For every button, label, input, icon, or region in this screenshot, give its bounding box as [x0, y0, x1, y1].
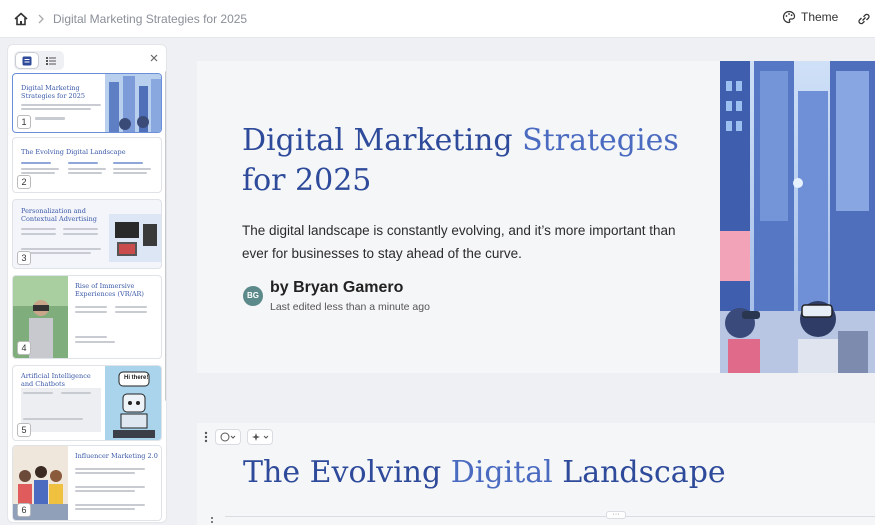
- thumbnail-text-line: [113, 172, 147, 174]
- slide-thumbnail-6[interactable]: Influencer Marketing 2.0 6: [12, 445, 162, 521]
- palette-dropdown-icon: [220, 432, 236, 442]
- slide-number: 1: [17, 115, 31, 129]
- thumbnail-text-line: [21, 233, 56, 235]
- list-view-icon: [46, 56, 56, 65]
- title-text: Digital Marketing: [242, 123, 513, 158]
- thumbnail-text-line: [63, 233, 98, 235]
- title-text: for 2025: [242, 163, 372, 198]
- title-text: The Evolving: [243, 455, 442, 490]
- chatbot-bubble-text: Hi there!: [124, 375, 149, 381]
- slide-toolbar: [203, 429, 273, 445]
- thumbnail-text-line: [21, 172, 55, 174]
- thumbnail-text-line: [35, 117, 65, 120]
- thumbnail-view-button[interactable]: [16, 53, 38, 68]
- title-text-accent: Digital: [450, 455, 553, 490]
- thumbnail-text-line: [68, 172, 102, 174]
- slide-2-divider: [225, 516, 875, 517]
- palette-icon: [782, 10, 796, 24]
- last-edited-text: Last edited less than a minute ago: [270, 301, 430, 313]
- slide-thumbnail-4[interactable]: Rise of Immersive Experiences (VR/AR) 4: [12, 275, 162, 359]
- slide-1-card[interactable]: Digital Marketing Strategies for 2025 The…: [197, 61, 875, 373]
- thumbnail-text-line: [63, 228, 98, 230]
- sidebar-scrollbar[interactable]: [165, 71, 166, 401]
- thumbnail-text-line: [75, 508, 135, 510]
- thumbnail-text-line: [21, 162, 51, 164]
- thumbnail-text-line: [21, 108, 91, 110]
- thumbnail-title: Digital Marketing Strategies for 2025: [21, 84, 86, 100]
- thumbnail-text-line: [23, 392, 53, 394]
- slide-1-title[interactable]: Digital Marketing Strategies for 2025: [242, 121, 712, 201]
- slide-1-description[interactable]: The digital landscape is constantly evol…: [242, 219, 682, 265]
- thumbnail-text-line: [113, 162, 143, 164]
- avatar: BG: [243, 286, 263, 306]
- slide-number: 6: [17, 503, 31, 517]
- breadcrumb-title[interactable]: Digital Marketing Strategies for 2025: [53, 12, 247, 26]
- slide-thumbnail-2[interactable]: The Evolving Digital Landscape 2: [12, 137, 162, 193]
- thumbnail-text-line: [23, 418, 83, 420]
- thumbnail-title: The Evolving Digital Landscape: [21, 148, 126, 156]
- thumbnail-text-line: [21, 252, 91, 254]
- thumbnail-title: Influencer Marketing 2.0: [75, 452, 158, 460]
- slide-sidebar: Digital Marketing Strategies for 2025 1 …: [7, 44, 167, 523]
- slide-number: 5: [17, 423, 31, 437]
- home-icon[interactable]: [13, 11, 29, 27]
- thumbnail-text-line: [75, 504, 145, 506]
- thumbnail-text-line: [75, 311, 107, 313]
- link-icon[interactable]: [856, 12, 872, 26]
- slide-number: 4: [17, 341, 31, 355]
- slide-thumbnail-3[interactable]: Personalization and Contextual Advertisi…: [12, 199, 162, 269]
- thumbnail-city-image: [105, 74, 161, 132]
- thumbnail-text-line: [21, 248, 101, 250]
- slide-thumbnail-1[interactable]: Digital Marketing Strategies for 2025 1: [12, 73, 162, 133]
- thumbnail-text-line: [21, 104, 101, 106]
- thumbnail-text-line: [75, 468, 145, 470]
- thumbnail-view-icon: [22, 56, 32, 65]
- thumbnail-text-line: [68, 162, 98, 164]
- thumbnail-text-block: [21, 388, 101, 432]
- thumbnail-text-line: [115, 311, 147, 313]
- sparkle-dropdown-icon: [252, 433, 269, 441]
- more-options-button[interactable]: ···: [606, 511, 626, 519]
- ai-assist-dropdown[interactable]: [247, 429, 273, 445]
- theme-button[interactable]: Theme: [782, 10, 838, 24]
- slide-thumbnail-5[interactable]: Artificial Intelligence and Chatbots Hi …: [12, 365, 162, 441]
- thumbnail-text-line: [75, 472, 135, 474]
- close-icon[interactable]: [148, 52, 160, 64]
- title-text-accent: Strategies: [522, 123, 679, 158]
- thumbnail-text-line: [75, 306, 107, 308]
- thumbnail-text-line: [113, 168, 151, 170]
- slide-2-title[interactable]: The Evolving Digital Landscape: [243, 455, 726, 490]
- slide-number: 3: [17, 251, 31, 265]
- thumbnail-text-line: [61, 392, 91, 394]
- thumbnail-text-line: [75, 336, 107, 338]
- author-name[interactable]: by Bryan Gamero: [270, 279, 403, 297]
- thumbnail-text-line: [75, 486, 145, 488]
- thumbnail-text-line: [115, 306, 147, 308]
- city-vr-illustration: [720, 61, 875, 373]
- drag-handle-icon[interactable]: [203, 430, 209, 444]
- theme-label: Theme: [801, 10, 839, 24]
- slide-theme-dropdown[interactable]: [215, 429, 241, 445]
- thumbnail-text-line: [75, 490, 135, 492]
- list-view-button[interactable]: [40, 53, 62, 68]
- thumbnail-title: Rise of Immersive Experiences (VR/AR): [75, 282, 144, 298]
- drag-handle-icon[interactable]: [208, 515, 216, 525]
- thumbnail-text-line: [68, 168, 106, 170]
- thumbnail-devices-image: [109, 214, 161, 262]
- slide-number: 2: [17, 175, 31, 189]
- chevron-right-icon: [38, 14, 44, 24]
- thumbnail-text-line: [21, 228, 56, 230]
- thumbnail-text-line: [75, 341, 115, 343]
- thumbnail-title: Artificial Intelligence and Chatbots: [21, 372, 91, 388]
- thumbnail-title: Personalization and Contextual Advertisi…: [21, 207, 97, 223]
- thumbnail-text-line: [21, 168, 59, 170]
- title-text: Landscape: [562, 455, 726, 490]
- view-toggle: [14, 51, 64, 70]
- slide-2-card[interactable]: The Evolving Digital Landscape: [197, 423, 875, 525]
- top-bar: Digital Marketing Strategies for 2025 Th…: [0, 0, 875, 38]
